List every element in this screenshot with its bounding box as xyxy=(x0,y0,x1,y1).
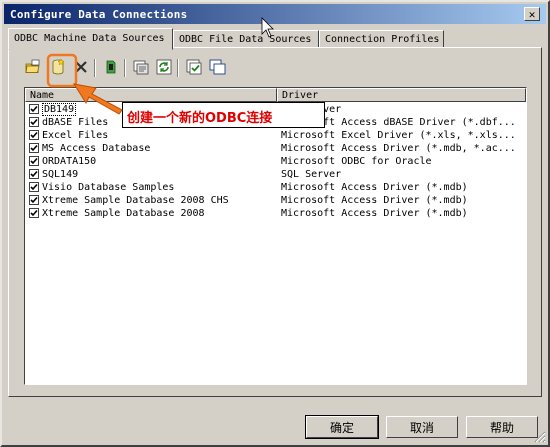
annotation-text: 创建一个新的ODBC连接 xyxy=(127,111,273,126)
row-name: Visio Database Samples xyxy=(42,182,175,193)
row-driver: Microsoft Excel Driver (*.xls, *.xls... xyxy=(281,130,516,141)
close-button[interactable]: ✕ xyxy=(524,7,540,21)
row-name: dBASE Files xyxy=(42,117,109,128)
delete-button[interactable] xyxy=(71,57,91,77)
row-checkbox[interactable] xyxy=(29,195,39,205)
resize-grip-icon[interactable] xyxy=(534,431,546,443)
row-checkbox[interactable] xyxy=(29,169,39,179)
properties-icon xyxy=(133,60,149,75)
row-driver: Microsoft ODBC for Oracle xyxy=(281,156,432,167)
row-name: Xtreme Sample Database 2008 xyxy=(42,208,205,219)
checkmark-icon xyxy=(30,118,38,126)
properties-button[interactable] xyxy=(131,57,151,77)
row-checkbox[interactable] xyxy=(29,143,39,153)
tab-connection-profiles[interactable]: Connection Profiles xyxy=(319,30,444,48)
row-checkbox[interactable] xyxy=(29,156,39,166)
select-all-button[interactable] xyxy=(184,57,204,77)
column-header-name[interactable]: Name xyxy=(25,88,277,102)
annotation-callout: 创建一个新的ODBC连接 xyxy=(122,102,325,128)
row-name: ORDATA150 xyxy=(42,156,97,167)
toolbar-separator xyxy=(177,59,179,77)
tab-odbc-file-data-sources[interactable]: ODBC File Data Sources xyxy=(173,30,319,48)
window-title: Configure Data Connections xyxy=(10,8,188,21)
row-driver: SQL Server xyxy=(281,169,342,180)
list-header: Name Driver xyxy=(25,88,526,102)
checkmark-icon xyxy=(30,144,38,152)
list-row[interactable]: Excel Files Microsoft Excel Driver (*.xls… xyxy=(25,129,526,142)
test-connection-icon xyxy=(106,60,116,74)
checkmark-icon xyxy=(30,170,38,178)
toolbar-separator xyxy=(124,59,126,77)
copy-button[interactable] xyxy=(207,57,227,77)
row-driver: Microsoft Access Driver (*.mdb, *.ac... xyxy=(281,143,516,154)
list-row[interactable]: MS Access Database Microsoft Access Drive… xyxy=(25,142,526,155)
checkmark-icon xyxy=(30,157,38,165)
row-name: Xtreme Sample Database 2008 CHS xyxy=(42,195,229,206)
toolbar-separator xyxy=(94,59,96,77)
new-data-source-button[interactable] xyxy=(48,57,68,77)
list-row[interactable]: SQL149 SQL Server xyxy=(25,168,526,181)
tab-odbc-machine-data-sources[interactable]: ODBC Machine Data Sources xyxy=(8,28,173,50)
refresh-button[interactable] xyxy=(154,57,174,77)
row-checkbox[interactable] xyxy=(29,117,39,127)
delete-x-icon xyxy=(75,61,87,73)
row-checkbox[interactable] xyxy=(29,130,39,140)
tab-panel: Name Driver DB149 SQL Server dBASE Files Mi… xyxy=(8,47,542,397)
select-all-icon xyxy=(186,59,202,75)
copy-icon xyxy=(209,59,226,75)
list-row[interactable]: Visio Database Samples Microsoft Access D… xyxy=(25,181,526,194)
data-source-list[interactable]: Name Driver DB149 SQL Server dBASE Files Mi… xyxy=(24,87,527,385)
row-name: SQL149 xyxy=(42,169,79,180)
checkmark-icon xyxy=(30,196,38,204)
row-name: DB149 xyxy=(42,103,77,116)
help-button[interactable]: 帮助 xyxy=(466,416,538,438)
row-checkbox[interactable] xyxy=(29,104,39,114)
row-name: Excel Files xyxy=(42,130,109,141)
row-driver: Microsoft Access Driver (*.mdb) xyxy=(281,208,468,219)
title-bar[interactable]: Configure Data Connections ✕ xyxy=(4,4,546,24)
row-checkbox[interactable] xyxy=(29,208,39,218)
ok-button[interactable]: 确定 xyxy=(305,415,379,439)
refresh-icon xyxy=(156,59,172,75)
row-driver: Microsoft Access Driver (*.mdb) xyxy=(281,195,468,206)
checkmark-icon xyxy=(30,209,38,217)
new-database-icon xyxy=(52,58,65,75)
list-row[interactable]: Xtreme Sample Database 2008 CHS Microsoft… xyxy=(25,194,526,207)
row-driver: Microsoft Access Driver (*.mdb) xyxy=(281,182,468,193)
open-folder-icon xyxy=(25,59,40,73)
checkmark-icon xyxy=(30,105,38,113)
cancel-button[interactable]: 取消 xyxy=(386,416,458,438)
checkmark-icon xyxy=(30,131,38,139)
checkmark-icon xyxy=(30,183,38,191)
row-checkbox[interactable] xyxy=(29,182,39,192)
list-row[interactable]: Xtreme Sample Database 2008 Microsoft Acc… xyxy=(25,207,526,220)
row-name: MS Access Database xyxy=(42,143,151,154)
open-folder-button[interactable] xyxy=(23,57,43,77)
column-header-driver[interactable]: Driver xyxy=(277,88,526,102)
test-connection-button[interactable] xyxy=(101,57,121,77)
list-row[interactable]: ORDATA150 Microsoft ODBC for Oracle xyxy=(25,155,526,168)
